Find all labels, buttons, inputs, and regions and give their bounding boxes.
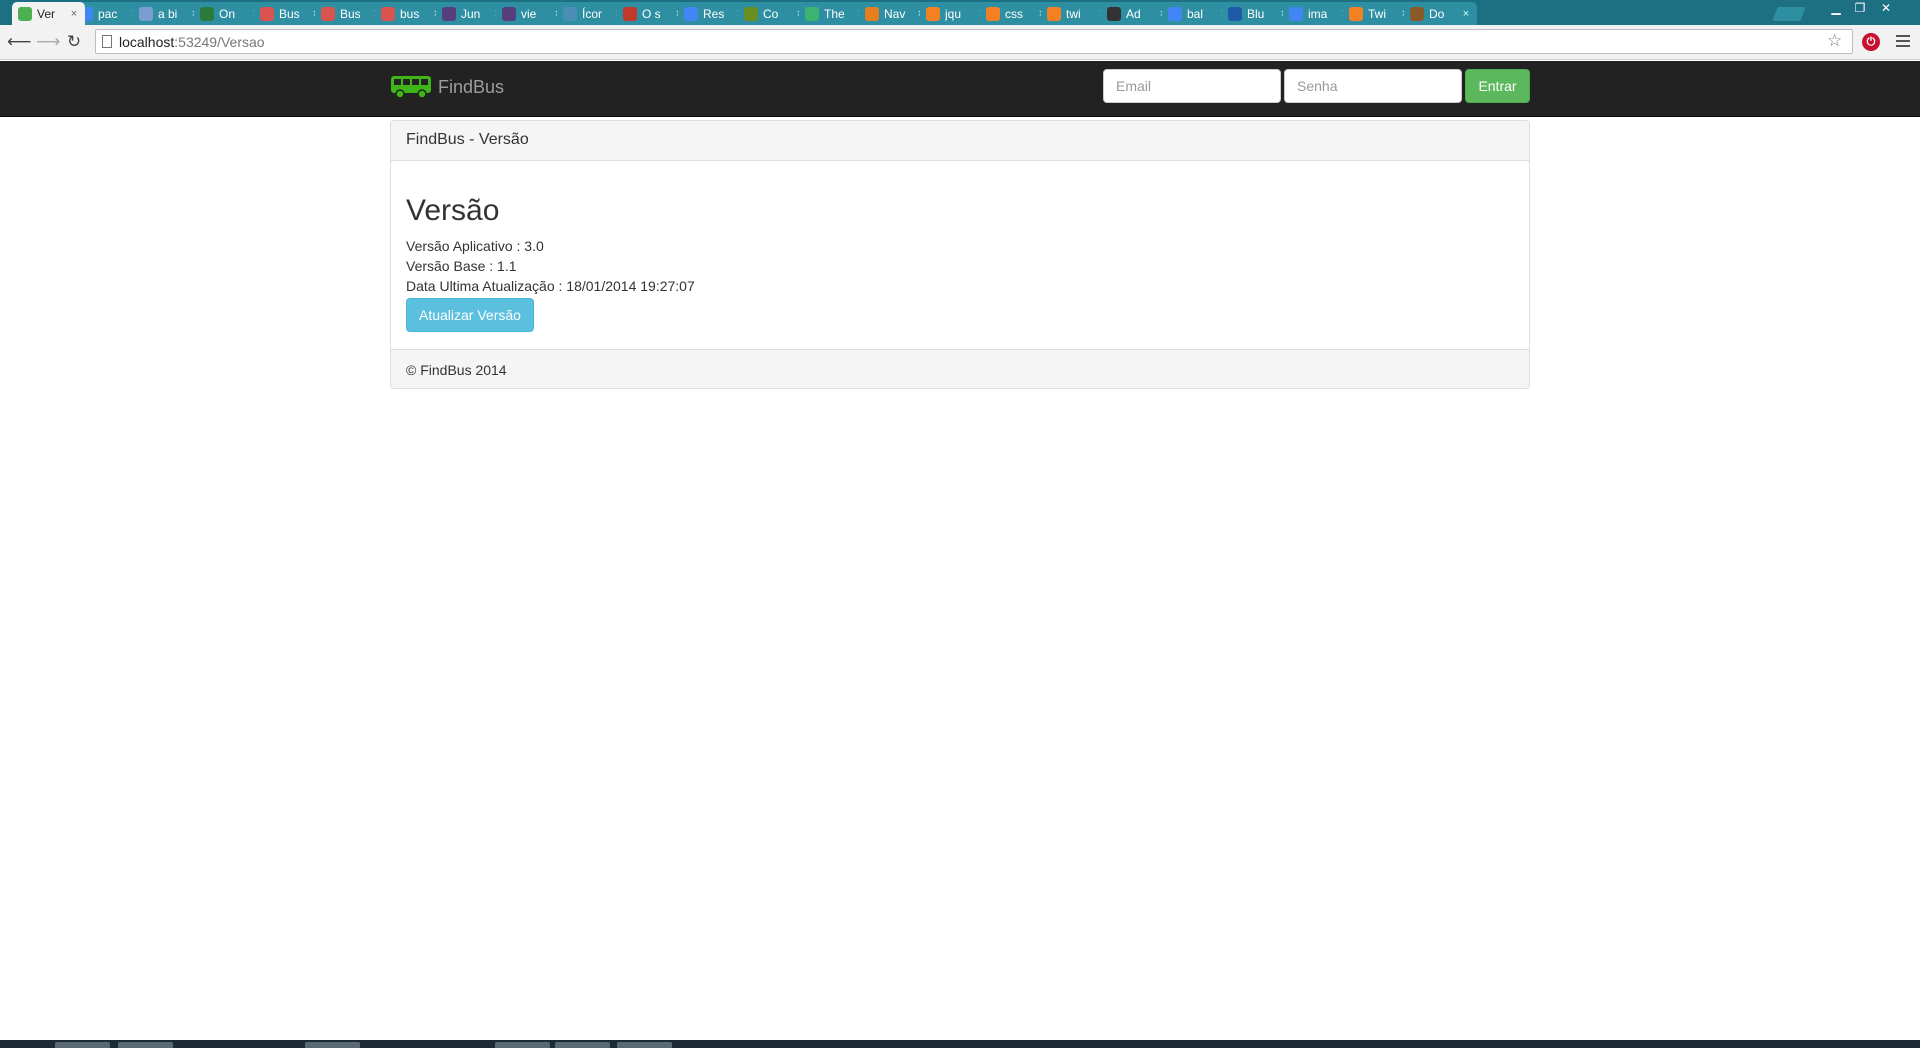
- taskbar-item[interactable]: [118, 1042, 173, 1048]
- tab-close-icon[interactable]: ×: [1459, 8, 1473, 20]
- tab-title: Do: [1429, 6, 1445, 21]
- tab-title: O s: [642, 6, 661, 21]
- tab-title: Jun: [461, 6, 481, 21]
- os-taskbar: [0, 1040, 1920, 1048]
- tab-title: Ícor: [582, 6, 603, 21]
- password-field[interactable]: [1284, 69, 1462, 103]
- tab-title: Bus: [340, 6, 361, 21]
- tab-title: vie: [521, 6, 537, 21]
- tab-favicon-icon: [442, 6, 456, 21]
- tab-favicon-icon: [1228, 6, 1242, 21]
- tab-favicon-icon: [1410, 6, 1424, 21]
- tab-title: bus: [400, 6, 420, 21]
- tab-title: Co: [763, 6, 779, 21]
- tab-favicon-icon: [623, 6, 637, 21]
- brand-name: FindBus: [438, 76, 505, 97]
- tab-favicon-icon: [1168, 6, 1182, 21]
- tab-favicon-icon: [321, 6, 335, 21]
- tab-favicon-icon: [805, 6, 819, 21]
- new-tab-button[interactable]: [1772, 7, 1806, 21]
- taskbar-item[interactable]: [495, 1042, 550, 1048]
- tab-title: pac: [98, 6, 118, 21]
- tab-favicon-icon: [1047, 6, 1061, 21]
- browser-tab[interactable]: Ver ×: [12, 2, 85, 25]
- login-button[interactable]: Entrar: [1465, 69, 1530, 103]
- tab-title: bal: [1187, 6, 1204, 21]
- tab-favicon-icon: [926, 6, 940, 21]
- taskbar-item[interactable]: [55, 1042, 110, 1048]
- tab-title: Ver: [37, 6, 56, 21]
- taskbar-item[interactable]: [305, 1042, 360, 1048]
- extension-icon[interactable]: ⏻: [1862, 33, 1880, 51]
- address-bar[interactable]: localhost:53249/Versao: [95, 29, 1853, 54]
- close-window-icon[interactable]: ✕: [1874, 0, 1898, 18]
- tab-title: ima: [1308, 6, 1328, 21]
- tab-favicon-icon: [200, 6, 214, 21]
- last-update-line: Data Ultima Atualização : 18/01/2014 19:…: [406, 278, 695, 294]
- brand[interactable]: FindBus: [390, 74, 504, 100]
- browser-toolbar: ⟵ ⟶ ↻ localhost:53249/Versao ☆: [0, 25, 1920, 60]
- tab-favicon-icon: [260, 6, 274, 21]
- bus-icon: [391, 76, 431, 99]
- tab-title: On: [219, 6, 236, 21]
- tab-title: Ad: [1126, 6, 1141, 21]
- minimize-icon[interactable]: ▁: [1824, 0, 1848, 18]
- tab-title: The: [824, 6, 845, 21]
- tab-favicon-icon: [381, 6, 395, 21]
- tab-favicon-icon: [1349, 6, 1363, 21]
- tab-title: css: [1005, 6, 1023, 21]
- page-icon: [102, 35, 112, 48]
- browser-tab[interactable]: Do ×: [1404, 2, 1477, 25]
- tab-favicon-icon: [1107, 6, 1121, 21]
- tab-favicon-icon: [986, 6, 1000, 21]
- bookmark-star-icon[interactable]: ☆: [1827, 31, 1842, 51]
- forward-icon[interactable]: ⟶: [36, 32, 60, 52]
- tab-favicon-icon: [139, 6, 153, 21]
- tab-favicon-icon: [563, 6, 577, 21]
- tab-title: Nav: [884, 6, 906, 21]
- browser-tabstrip: ▁ ❐ ✕ Ver×pac×a bi×On×Bus×Bus×bus×Jun×vi…: [0, 0, 1920, 25]
- update-version-button[interactable]: Atualizar Versão: [406, 298, 534, 332]
- tab-title: twi: [1066, 6, 1081, 21]
- app-version-line: Versão Aplicativo : 3.0: [406, 238, 544, 254]
- panel-footer: © FindBus 2014: [391, 349, 1529, 388]
- tab-title: Bus: [279, 6, 300, 21]
- base-version-line: Versão Base : 1.1: [406, 258, 517, 274]
- browser-menu-icon[interactable]: [1896, 33, 1910, 50]
- tab-favicon-icon: [18, 6, 32, 21]
- taskbar-item[interactable]: [555, 1042, 610, 1048]
- page-title: Versão: [406, 194, 500, 227]
- tab-favicon-icon: [865, 6, 879, 21]
- tab-title: Twi: [1368, 6, 1386, 21]
- tab-close-icon[interactable]: ×: [67, 8, 81, 20]
- tab-title: Blu: [1247, 6, 1265, 21]
- tab-favicon-icon: [1289, 6, 1303, 21]
- version-panel: FindBus - Versão Versão Versão Aplicativ…: [390, 120, 1530, 389]
- tab-favicon-icon: [502, 6, 516, 21]
- tab-title: jqu: [945, 6, 962, 21]
- panel-heading: FindBus - Versão: [391, 121, 1529, 161]
- panel-body: Versão Versão Aplicativo : 3.0 Versão Ba…: [391, 161, 1529, 349]
- tab-title: Res: [703, 6, 725, 21]
- tab-title: a bi: [158, 6, 178, 21]
- url-path: :53249/Versao: [174, 33, 265, 50]
- tab-favicon-icon: [684, 6, 698, 21]
- taskbar-item[interactable]: [617, 1042, 672, 1048]
- reload-icon[interactable]: ↻: [64, 32, 84, 52]
- tab-favicon-icon: [744, 6, 758, 21]
- restore-icon[interactable]: ❐: [1848, 0, 1872, 18]
- site-navbar: FindBus Entrar: [0, 61, 1920, 117]
- email-field[interactable]: [1103, 69, 1281, 103]
- url-host: localhost: [119, 33, 175, 50]
- back-icon[interactable]: ⟵: [7, 32, 31, 52]
